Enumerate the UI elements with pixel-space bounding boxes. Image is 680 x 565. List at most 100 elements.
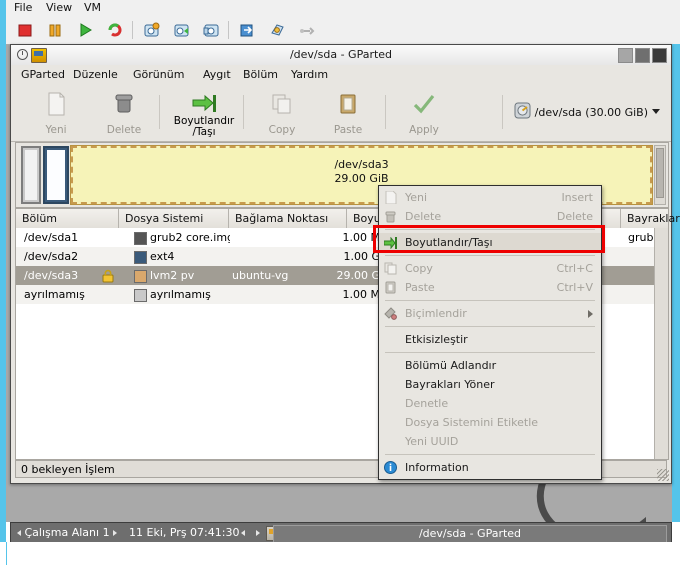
cell-size: 1.00 M bbox=[342, 288, 380, 301]
cell-filesystem: ext4 bbox=[150, 250, 175, 263]
cell-partition: ayrılmamış bbox=[24, 288, 85, 301]
context-item-copy[interactable]: Copy Ctrl+C bbox=[379, 259, 601, 278]
context-item-accel: Ctrl+V bbox=[556, 281, 593, 294]
snapshot-revert-icon[interactable] bbox=[172, 21, 190, 39]
close-button[interactable] bbox=[652, 48, 667, 63]
play-icon[interactable] bbox=[76, 21, 94, 39]
vm-toolbar-separator-1 bbox=[132, 21, 133, 39]
partition-context-menu: Yeni Insert Delete Delete Boyutlandır/Ta… bbox=[378, 185, 602, 480]
disk-segment-label: /dev/sda3 29.00 GiB bbox=[334, 158, 389, 185]
wallpaper-swoosh bbox=[526, 480, 646, 526]
workspace-switcher[interactable]: Çalışma Alanı 1 bbox=[17, 523, 118, 543]
toolbar-new-label: Yeni bbox=[45, 124, 67, 136]
trash-icon bbox=[111, 92, 137, 116]
resize-grip[interactable] bbox=[657, 469, 669, 481]
clock[interactable]: 11 Eki, Prş 07:41:30 bbox=[129, 523, 239, 543]
context-item-etkisizlestir[interactable]: Etkisizleştir bbox=[379, 330, 601, 349]
context-item-bolumu-adlandir[interactable]: Bölümü Adlandır bbox=[379, 356, 601, 375]
menu-yardim[interactable]: Yardım bbox=[291, 68, 328, 81]
taskbar-window-button[interactable]: /dev/sda - GParted bbox=[273, 525, 667, 543]
context-item-label: Yeni UUID bbox=[405, 435, 459, 448]
pause-icon[interactable] bbox=[46, 21, 64, 39]
info-icon bbox=[384, 461, 398, 474]
context-item-delete[interactable]: Delete Delete bbox=[379, 207, 601, 226]
host-bottom-area bbox=[0, 542, 680, 565]
column-header-baglama-noktasi[interactable]: Bağlama Noktası bbox=[229, 209, 347, 228]
context-item-bayraklari-yoner[interactable]: Bayrakları Yöner bbox=[379, 375, 601, 394]
minimize-button[interactable] bbox=[618, 48, 633, 63]
submenu-arrow-icon bbox=[588, 310, 593, 318]
table-scrollbar[interactable] bbox=[654, 228, 668, 459]
toolbar-paste-button[interactable]: Paste bbox=[317, 89, 379, 137]
context-item-label: Etkisizleştir bbox=[405, 333, 468, 346]
context-separator bbox=[385, 255, 595, 256]
disk-segment-ext4[interactable] bbox=[43, 146, 69, 204]
gparted-menubar: GParted Düzenle Görünüm Aygıt Bölüm Yard… bbox=[11, 65, 671, 86]
toolbar-paste-label: Paste bbox=[333, 124, 363, 136]
lock-icon bbox=[102, 266, 116, 285]
taskbar-scroll-arrows[interactable] bbox=[241, 523, 260, 543]
menu-aygit[interactable]: Aygıt bbox=[203, 68, 231, 81]
chevron-down-icon[interactable] bbox=[652, 106, 661, 119]
toolbar-resize-move-button[interactable]: Boyutlandır/Taşı bbox=[169, 89, 239, 138]
menu-duzenle[interactable]: Düzenle bbox=[73, 68, 118, 81]
toolbar-separator-2 bbox=[243, 95, 244, 129]
vm-right-border bbox=[672, 44, 680, 522]
toolbar-copy-button[interactable]: Copy bbox=[251, 89, 313, 137]
menu-gparted[interactable]: GParted bbox=[21, 68, 65, 81]
paste-icon bbox=[384, 281, 398, 294]
disk-segment-unallocated[interactable] bbox=[21, 146, 41, 204]
snapshot-manage-icon[interactable] bbox=[202, 21, 220, 39]
vm-menu-vm[interactable]: VM bbox=[84, 2, 101, 14]
disk-graphic-scrollbar[interactable] bbox=[654, 145, 666, 205]
vm-menu-view[interactable]: View bbox=[46, 2, 72, 14]
context-item-boyutlandir-tasi[interactable]: Boyutlandır/Taşı bbox=[379, 233, 601, 252]
stop-icon[interactable] bbox=[16, 21, 34, 39]
cell-filesystem: lvm2 pv bbox=[150, 269, 195, 282]
usb-icon bbox=[298, 21, 316, 39]
context-item-label: Dosya Sistemini Etiketle bbox=[405, 416, 539, 429]
column-header-dosya-sistemi[interactable]: Dosya Sistemi bbox=[119, 209, 229, 228]
settings-icon[interactable] bbox=[268, 21, 286, 39]
toolbar-apply-label: Apply bbox=[409, 124, 439, 136]
context-item-accel: Delete bbox=[556, 210, 593, 223]
cell-partition: /dev/sda1 bbox=[24, 231, 79, 244]
workspace-prev-icon[interactable] bbox=[17, 530, 21, 536]
context-item-bicimlendir[interactable]: Biçimlendir bbox=[379, 304, 601, 323]
toolbar-new-button[interactable]: Yeni bbox=[25, 89, 87, 137]
window-titlebar[interactable]: /dev/sda - GParted bbox=[11, 45, 671, 66]
reset-icon[interactable] bbox=[106, 21, 124, 39]
column-header-bayraklar[interactable]: Bayraklar bbox=[621, 209, 680, 228]
context-item-paste[interactable]: Paste Ctrl+V bbox=[379, 278, 601, 297]
copy-icon bbox=[269, 92, 295, 116]
context-item-yeni-uuid[interactable]: Yeni UUID bbox=[379, 432, 601, 451]
context-item-denetle[interactable]: Denetle bbox=[379, 394, 601, 413]
toolbar-delete-button[interactable]: Delete bbox=[93, 89, 155, 137]
column-header-bolum[interactable]: Bölüm bbox=[16, 209, 119, 228]
window-buttons bbox=[618, 48, 667, 63]
context-item-label: Yeni bbox=[405, 191, 428, 204]
maximize-button[interactable] bbox=[635, 48, 650, 63]
snapshot-take-icon[interactable] bbox=[142, 21, 160, 39]
context-item-accel: Ctrl+C bbox=[556, 262, 593, 275]
context-item-dosya-sistemini-etiketle[interactable]: Dosya Sistemini Etiketle bbox=[379, 413, 601, 432]
context-separator bbox=[385, 229, 595, 230]
workspace-next-icon[interactable] bbox=[113, 530, 118, 536]
vm-toolbar-separator-2 bbox=[228, 21, 229, 39]
taskbar-next-icon[interactable] bbox=[255, 530, 260, 536]
resize-move-icon bbox=[191, 92, 217, 116]
device-selector[interactable]: /dev/sda (30.00 GiB) bbox=[510, 95, 665, 129]
context-item-yeni[interactable]: Yeni Insert bbox=[379, 188, 601, 207]
fullscreen-icon[interactable] bbox=[238, 21, 256, 39]
filesystem-color-swatch bbox=[134, 251, 147, 264]
menu-bolum[interactable]: Bölüm bbox=[243, 68, 278, 81]
context-item-label: Paste bbox=[405, 281, 435, 294]
cell-filesystem: ayrılmamış bbox=[150, 288, 211, 301]
vm-menu-file[interactable]: File bbox=[14, 2, 32, 14]
context-item-information[interactable]: Information bbox=[379, 458, 601, 477]
menu-gorunum[interactable]: Görünüm bbox=[133, 68, 184, 81]
new-document-icon bbox=[43, 92, 69, 116]
toolbar-apply-button[interactable]: Apply bbox=[393, 89, 455, 137]
format-icon bbox=[384, 307, 398, 320]
taskbar-prev-icon[interactable] bbox=[241, 530, 245, 536]
